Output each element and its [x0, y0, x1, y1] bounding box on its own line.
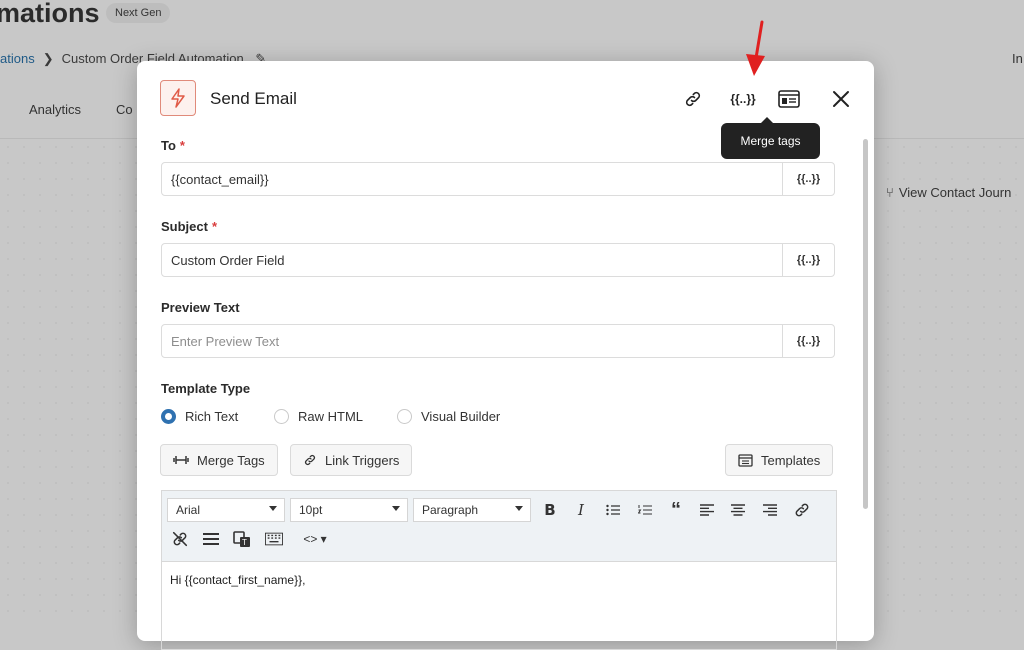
merge-tags-header-button[interactable]: {{..}} [729, 87, 757, 111]
link-triggers-button-label: Link Triggers [325, 452, 400, 468]
preview-text-field: {{..}} [161, 324, 835, 358]
subject-merge-tag-button[interactable]: {{..}} [782, 244, 834, 276]
modal-scrollbar[interactable] [863, 139, 868, 509]
journey-link-label: View Contact Journ [898, 185, 1012, 200]
numbered-list-icon[interactable] [636, 501, 654, 519]
preview-text-input[interactable] [162, 325, 784, 357]
subject-label: Subject * [161, 219, 217, 234]
modal-title: Send Email [210, 89, 297, 108]
blockquote-icon[interactable]: “ [667, 499, 685, 521]
to-label: To * [161, 138, 185, 153]
horizontal-rule-icon[interactable] [202, 530, 220, 548]
templates-button-label: Templates [761, 452, 821, 468]
caret-down-icon [392, 506, 400, 511]
close-icon[interactable] [829, 87, 853, 111]
paste-text-icon[interactable]: T [233, 530, 251, 548]
caret-down-icon [269, 506, 277, 511]
templates-button[interactable]: Templates [725, 444, 834, 476]
subject-input[interactable] [162, 244, 784, 276]
block-format-value: Paragraph [422, 503, 479, 517]
radio-raw-html[interactable]: Raw HTML [274, 409, 363, 424]
bullet-list-icon[interactable] [604, 501, 622, 519]
italic-icon[interactable]: I [572, 501, 590, 519]
breadcrumb-parent-link[interactable]: ations [0, 51, 35, 66]
svg-text:T: T [242, 538, 247, 547]
link-icon[interactable] [682, 87, 704, 111]
radio-rich-text[interactable]: Rich Text [161, 409, 238, 424]
preview-text-label: Preview Text [161, 300, 240, 315]
align-right-icon[interactable] [761, 501, 779, 519]
header-right-text: In [1012, 51, 1023, 66]
radio-label: Raw HTML [298, 409, 364, 424]
insert-link-icon[interactable] [793, 501, 811, 519]
chevron-right-icon: ❯ [42, 51, 54, 66]
font-size-value: 10pt [299, 503, 323, 517]
font-family-select[interactable]: Arial [167, 498, 285, 522]
subject-label-text: Subject [161, 219, 208, 234]
radio-selected-icon [161, 409, 176, 424]
merge-tags-button-label: Merge Tags [197, 452, 265, 468]
block-format-select[interactable]: Paragraph [413, 498, 531, 522]
editor-content[interactable]: Hi {{contact_first_name}}, [170, 573, 305, 587]
to-merge-tag-button[interactable]: {{..}} [782, 163, 834, 195]
font-size-select[interactable]: 10pt [290, 498, 408, 522]
send-email-modal: Send Email {{..}} Merge tags To* {{..}} … [137, 61, 874, 650]
lightning-icon [160, 80, 196, 116]
keyboard-icon[interactable] [265, 530, 283, 548]
preview-merge-tag-button[interactable]: {{..}} [782, 325, 834, 357]
tab-contacts[interactable]: Co [116, 102, 133, 117]
to-field: {{..}} [161, 162, 835, 196]
radio-visual-builder[interactable]: Visual Builder [397, 409, 500, 424]
template-icon [738, 453, 753, 467]
align-left-icon[interactable] [698, 501, 716, 519]
link-icon [304, 454, 316, 466]
link-triggers-button[interactable]: Link Triggers [290, 444, 413, 476]
merge-tags-tooltip: Merge tags [721, 117, 820, 159]
annotation-arrow-icon [746, 20, 765, 76]
fork-icon: ⑂ [886, 185, 894, 200]
unlink-icon[interactable] [171, 530, 189, 548]
bold-icon[interactable]: B [541, 501, 559, 519]
subject-field: {{..}} [161, 243, 835, 277]
preview-layout-icon[interactable] [777, 87, 801, 111]
font-family-value: Arial [176, 503, 201, 517]
required-marker: * [179, 138, 185, 153]
to-input[interactable] [162, 163, 784, 195]
rich-text-editor: Arial 10pt Paragraph B I “ T <> ▾ Hi {{c… [161, 490, 837, 650]
radio-unselected-icon [397, 409, 412, 424]
dumbbell-icon [173, 456, 189, 464]
tab-analytics[interactable]: Analytics [29, 102, 81, 117]
merge-tags-button[interactable]: Merge Tags [160, 444, 278, 476]
page-title: mations [0, 0, 100, 28]
editor-toolbar: Arial 10pt Paragraph B I “ T <> ▾ [162, 491, 836, 562]
radio-label: Rich Text [185, 409, 239, 424]
view-contact-journey-link[interactable]: ⑂ View Contact Journ [886, 185, 1011, 200]
to-label-text: To [161, 138, 176, 153]
template-type-label: Template Type [161, 381, 251, 396]
radio-label: Visual Builder [421, 409, 501, 424]
source-code-dropdown[interactable]: <> ▾ [297, 530, 333, 548]
required-marker: * [211, 219, 218, 234]
caret-down-icon [515, 506, 523, 511]
radio-unselected-icon [274, 409, 289, 424]
align-center-icon[interactable] [729, 501, 747, 519]
next-gen-badge: Next Gen [106, 3, 171, 23]
